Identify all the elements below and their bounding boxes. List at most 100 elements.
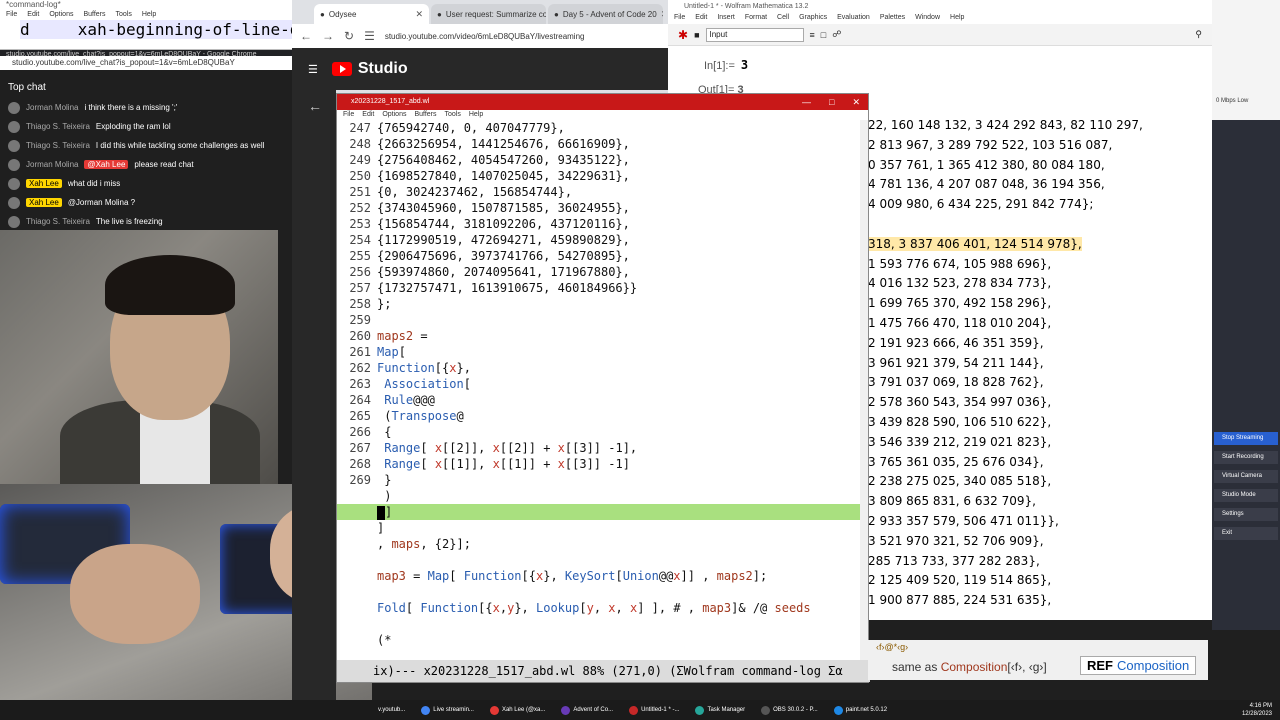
youtube-logo-icon[interactable] bbox=[331, 62, 352, 76]
code-line[interactable]: 252 {3743045960, 1507871585, 36024955}, bbox=[337, 200, 868, 216]
menu-item-evaluation[interactable]: Evaluation bbox=[837, 14, 870, 24]
code-line[interactable]: 249 {2756408462, 4054547260, 93435122}, bbox=[337, 152, 868, 168]
menu-item-window[interactable]: Window bbox=[915, 14, 940, 24]
code-line[interactable] bbox=[337, 552, 868, 568]
code-line[interactable]: 263 Association[ bbox=[337, 376, 868, 392]
close-icon[interactable]: ✕ bbox=[852, 94, 860, 110]
avatar[interactable] bbox=[8, 120, 20, 133]
menu-item-file[interactable]: File bbox=[343, 110, 354, 120]
obs-button[interactable]: Settings bbox=[1214, 508, 1278, 521]
menu-item-edit[interactable]: Edit bbox=[695, 14, 707, 24]
menu-item-options[interactable]: Options bbox=[382, 110, 406, 120]
avatar[interactable] bbox=[8, 196, 20, 209]
menu-item-format[interactable]: Format bbox=[745, 14, 767, 24]
chat-header[interactable]: Top chat bbox=[0, 78, 292, 98]
chat-author[interactable]: Thiago S. Teixeira bbox=[26, 122, 90, 131]
tab-close-icon[interactable]: ✕ bbox=[661, 9, 663, 20]
chat-author[interactable]: Jorman Molina bbox=[26, 103, 78, 112]
emacs-scrollbar[interactable] bbox=[860, 120, 868, 660]
taskbar-item[interactable]: Untitled-1 * -... bbox=[623, 700, 685, 720]
code-line[interactable]: 262 Function[{x}, bbox=[337, 360, 868, 376]
menu-item-file[interactable]: File bbox=[674, 14, 685, 24]
browser-tab[interactable]: ●User request: Summarize conv✕ bbox=[431, 4, 546, 24]
emacs-buffer[interactable]: 247 {765942740, 0, 407047779}, 248 {2663256… bbox=[337, 120, 868, 660]
code-line[interactable]: 257 {1732757471, 1613910675, 460184966}} bbox=[337, 280, 868, 296]
taskbar-item[interactable]: OBS 30.0.2 - P... bbox=[755, 700, 824, 720]
code-line[interactable]: 259 bbox=[337, 312, 868, 328]
obs-button[interactable]: Exit bbox=[1214, 527, 1278, 540]
forward-icon[interactable]: → bbox=[322, 29, 334, 43]
frame-icon[interactable]: □ bbox=[821, 30, 826, 40]
obs-button[interactable]: Start Recording bbox=[1214, 451, 1278, 464]
chat-author[interactable]: Thiago S. Teixeira bbox=[26, 217, 90, 226]
taskbar-item[interactable]: Advent of Co... bbox=[555, 700, 619, 720]
menu-item-edit[interactable]: Edit bbox=[27, 10, 39, 20]
link-icon[interactable]: ☍ bbox=[832, 29, 841, 40]
tab-close-icon[interactable]: ✕ bbox=[415, 9, 423, 20]
menu-item-graphics[interactable]: Graphics bbox=[799, 14, 827, 24]
ref-link-button[interactable]: REF Composition bbox=[1080, 656, 1197, 675]
code-line[interactable] bbox=[337, 616, 868, 632]
taskbar-item[interactable]: paint.net 5.0.12 bbox=[828, 700, 893, 720]
avatar[interactable] bbox=[8, 101, 20, 114]
hamburger-menu-icon[interactable]: ☰ bbox=[308, 63, 318, 76]
code-line[interactable]: ) bbox=[337, 488, 868, 504]
taskbar-item[interactable]: Xah Lee (@xa... bbox=[484, 700, 551, 720]
obs-button[interactable]: Stop Streaming bbox=[1214, 432, 1278, 445]
menu-item-tools[interactable]: Tools bbox=[445, 110, 461, 120]
chat-author[interactable]: Xah Lee bbox=[26, 198, 62, 207]
code-line[interactable]: 269 } bbox=[337, 472, 868, 488]
browser-tab[interactable]: ● Odysee ✕ bbox=[314, 4, 429, 24]
in-value[interactable]: 3 bbox=[741, 58, 748, 72]
code-line[interactable]: 251 {0, 3024237462, 156854744}, bbox=[337, 184, 868, 200]
search-icon[interactable]: ⚲ bbox=[1195, 29, 1202, 40]
address-bar[interactable]: ← → ↻ ☰ studio.youtube.com/video/6mLeD8Q… bbox=[292, 24, 668, 48]
menu-item-file[interactable]: File bbox=[6, 10, 17, 20]
avatar[interactable] bbox=[8, 158, 20, 171]
code-line[interactable]: 267 Range[ x[[2]], x[[2]] + x[[3]] -1], bbox=[337, 440, 868, 456]
code-line[interactable]: 260 maps2 = bbox=[337, 328, 868, 344]
menu-item-help[interactable]: Help bbox=[142, 10, 156, 20]
chat-author[interactable]: Thiago S. Teixeira bbox=[26, 141, 90, 150]
align-icon[interactable]: ≡ bbox=[810, 30, 815, 40]
minimize-icon[interactable]: — bbox=[802, 94, 811, 110]
menu-item-cell[interactable]: Cell bbox=[777, 14, 789, 24]
code-line[interactable] bbox=[337, 584, 868, 600]
avatar[interactable] bbox=[8, 215, 20, 228]
ref-link[interactable]: Composition bbox=[1117, 658, 1189, 673]
obs-button[interactable]: Studio Mode bbox=[1214, 489, 1278, 502]
maximize-icon[interactable]: □ bbox=[829, 94, 834, 110]
system-clock[interactable]: 4:16 PM 12/28/2023 bbox=[1242, 702, 1272, 718]
taskbar-item-youtube[interactable]: v.youtub... bbox=[372, 700, 411, 720]
taskbar-item[interactable]: Task Manager bbox=[689, 700, 751, 720]
browser-tab[interactable]: ●Day 5 - Advent of Code 20 ✕ bbox=[548, 4, 663, 24]
back-icon[interactable]: ← bbox=[300, 29, 312, 43]
menu-item-palettes[interactable]: Palettes bbox=[880, 14, 905, 24]
code-line[interactable]: Fold[ Function[{x,y}, Lookup[y, x, x] ],… bbox=[337, 600, 868, 616]
chat-author[interactable]: Jorman Molina bbox=[26, 160, 78, 169]
code-line[interactable]: 258}; bbox=[337, 296, 868, 312]
menu-item-options[interactable]: Options bbox=[49, 10, 73, 20]
taskbar-item[interactable]: Live streamin... bbox=[415, 700, 480, 720]
back-arrow-icon[interactable]: ← bbox=[292, 90, 336, 114]
chat-author[interactable]: Xah Lee bbox=[26, 179, 62, 188]
code-line[interactable]: 254 {1172990519, 472694271, 459890829}, bbox=[337, 232, 868, 248]
code-line[interactable]: 253 {156854744, 3181092206, 437120116}, bbox=[337, 216, 868, 232]
menu-item-help[interactable]: Help bbox=[469, 110, 483, 120]
chat-url-bar[interactable]: studio.youtube.com/live_chat?is_popout=1… bbox=[0, 56, 292, 70]
code-line[interactable]: 268 Range[ x[[1]], x[[1]] + x[[3]] -1] bbox=[337, 456, 868, 472]
menu-item-tools[interactable]: Tools bbox=[116, 10, 132, 20]
code-line[interactable]: ] bbox=[337, 520, 868, 536]
code-line[interactable]: 256 {593974860, 2074095641, 171967880}, bbox=[337, 264, 868, 280]
code-line[interactable]: 266 { bbox=[337, 424, 868, 440]
obs-button[interactable]: Virtual Camera bbox=[1214, 470, 1278, 483]
code-line[interactable]: ] bbox=[337, 504, 868, 520]
code-line[interactable]: 255 {2906475696, 3973741766, 54270895}, bbox=[337, 248, 868, 264]
stop-icon[interactable]: ■ bbox=[694, 30, 699, 40]
code-line[interactable]: 247 {765942740, 0, 407047779}, bbox=[337, 120, 868, 136]
site-info-icon[interactable]: ☰ bbox=[364, 29, 375, 43]
menu-item-insert[interactable]: Insert bbox=[717, 14, 735, 24]
reload-icon[interactable]: ↻ bbox=[344, 29, 354, 43]
menu-item-edit[interactable]: Edit bbox=[362, 110, 374, 120]
code-line[interactable]: 250 {1698527840, 1407025045, 34229631}, bbox=[337, 168, 868, 184]
